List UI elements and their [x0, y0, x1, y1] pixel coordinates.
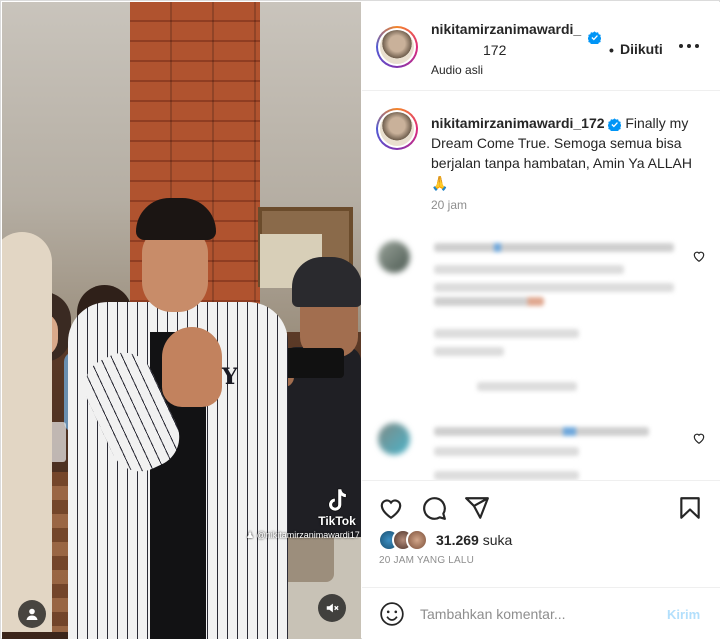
liker-avatar: [406, 529, 428, 551]
caption-username[interactable]: nikitamirzanimawardi_172: [431, 115, 605, 131]
mute-button[interactable]: [318, 594, 346, 622]
comment-input[interactable]: [420, 601, 650, 627]
post-video[interactable]: Y TikTok ♟ @nikitamirzanimawardi17: [2, 2, 361, 639]
heart-icon[interactable]: [378, 495, 404, 521]
author-username[interactable]: nikitamirzanimawardi_: [431, 21, 581, 37]
commenter-avatar[interactable]: [378, 423, 410, 455]
audio-link[interactable]: Audio asli: [431, 63, 483, 77]
post-comment-button[interactable]: Kirim: [667, 607, 700, 622]
separator-dot: •: [609, 42, 614, 58]
emoji-icon[interactable]: [379, 601, 405, 627]
video-frame: Y: [2, 2, 361, 639]
mute-icon: [326, 603, 339, 613]
liked-by-avatars[interactable]: [378, 529, 432, 551]
tiktok-watermark: TikTok: [314, 487, 360, 528]
tiktok-logo-icon: [328, 488, 347, 512]
comment-like-icon[interactable]: [692, 431, 706, 445]
user-tag-icon: [26, 608, 38, 620]
comment-like-icon[interactable]: [692, 249, 706, 263]
comment-icon[interactable]: [421, 495, 447, 521]
post-actions: 31.269 suka 20 JAM YANG LALU: [362, 480, 720, 587]
caption-timestamp: 20 jam: [431, 198, 468, 212]
share-icon[interactable]: [464, 495, 490, 521]
following-button[interactable]: Diikuti: [620, 41, 663, 57]
bookmark-icon[interactable]: [677, 495, 703, 521]
likes-count[interactable]: 31.269 suka: [436, 532, 512, 548]
tagged-users-button[interactable]: [18, 600, 46, 628]
person-icon: ♟: [246, 530, 255, 540]
author-avatar[interactable]: [376, 26, 418, 68]
comment-composer: Kirim: [362, 587, 720, 639]
caption-text-block: nikitamirzanimawardi_172 Finally my Drea…: [431, 113, 711, 193]
more-options-icon[interactable]: [678, 38, 700, 54]
verified-badge-icon: [608, 118, 622, 131]
post-caption: nikitamirzanimawardi_172 Finally my Drea…: [362, 92, 720, 219]
caption-avatar[interactable]: [376, 108, 418, 150]
post-modal: Y TikTok ♟ @nikitamirzanimawardi17 nikit…: [0, 0, 720, 639]
tiktok-handle: ♟ @nikitamirzanimawardi17: [246, 530, 360, 540]
author-username-suffix[interactable]: 172: [483, 42, 506, 58]
commenter-avatar[interactable]: [378, 241, 410, 273]
verified-badge-icon: [588, 31, 601, 44]
comments-list: [362, 227, 720, 480]
post-details-panel: nikitamirzanimawardi_ 172 • Diikuti Audi…: [362, 2, 720, 639]
post-header: nikitamirzanimawardi_ 172 • Diikuti Audi…: [362, 2, 720, 91]
tiktok-label: TikTok: [318, 514, 356, 528]
post-time-ago: 20 JAM YANG LALU: [379, 555, 475, 566]
